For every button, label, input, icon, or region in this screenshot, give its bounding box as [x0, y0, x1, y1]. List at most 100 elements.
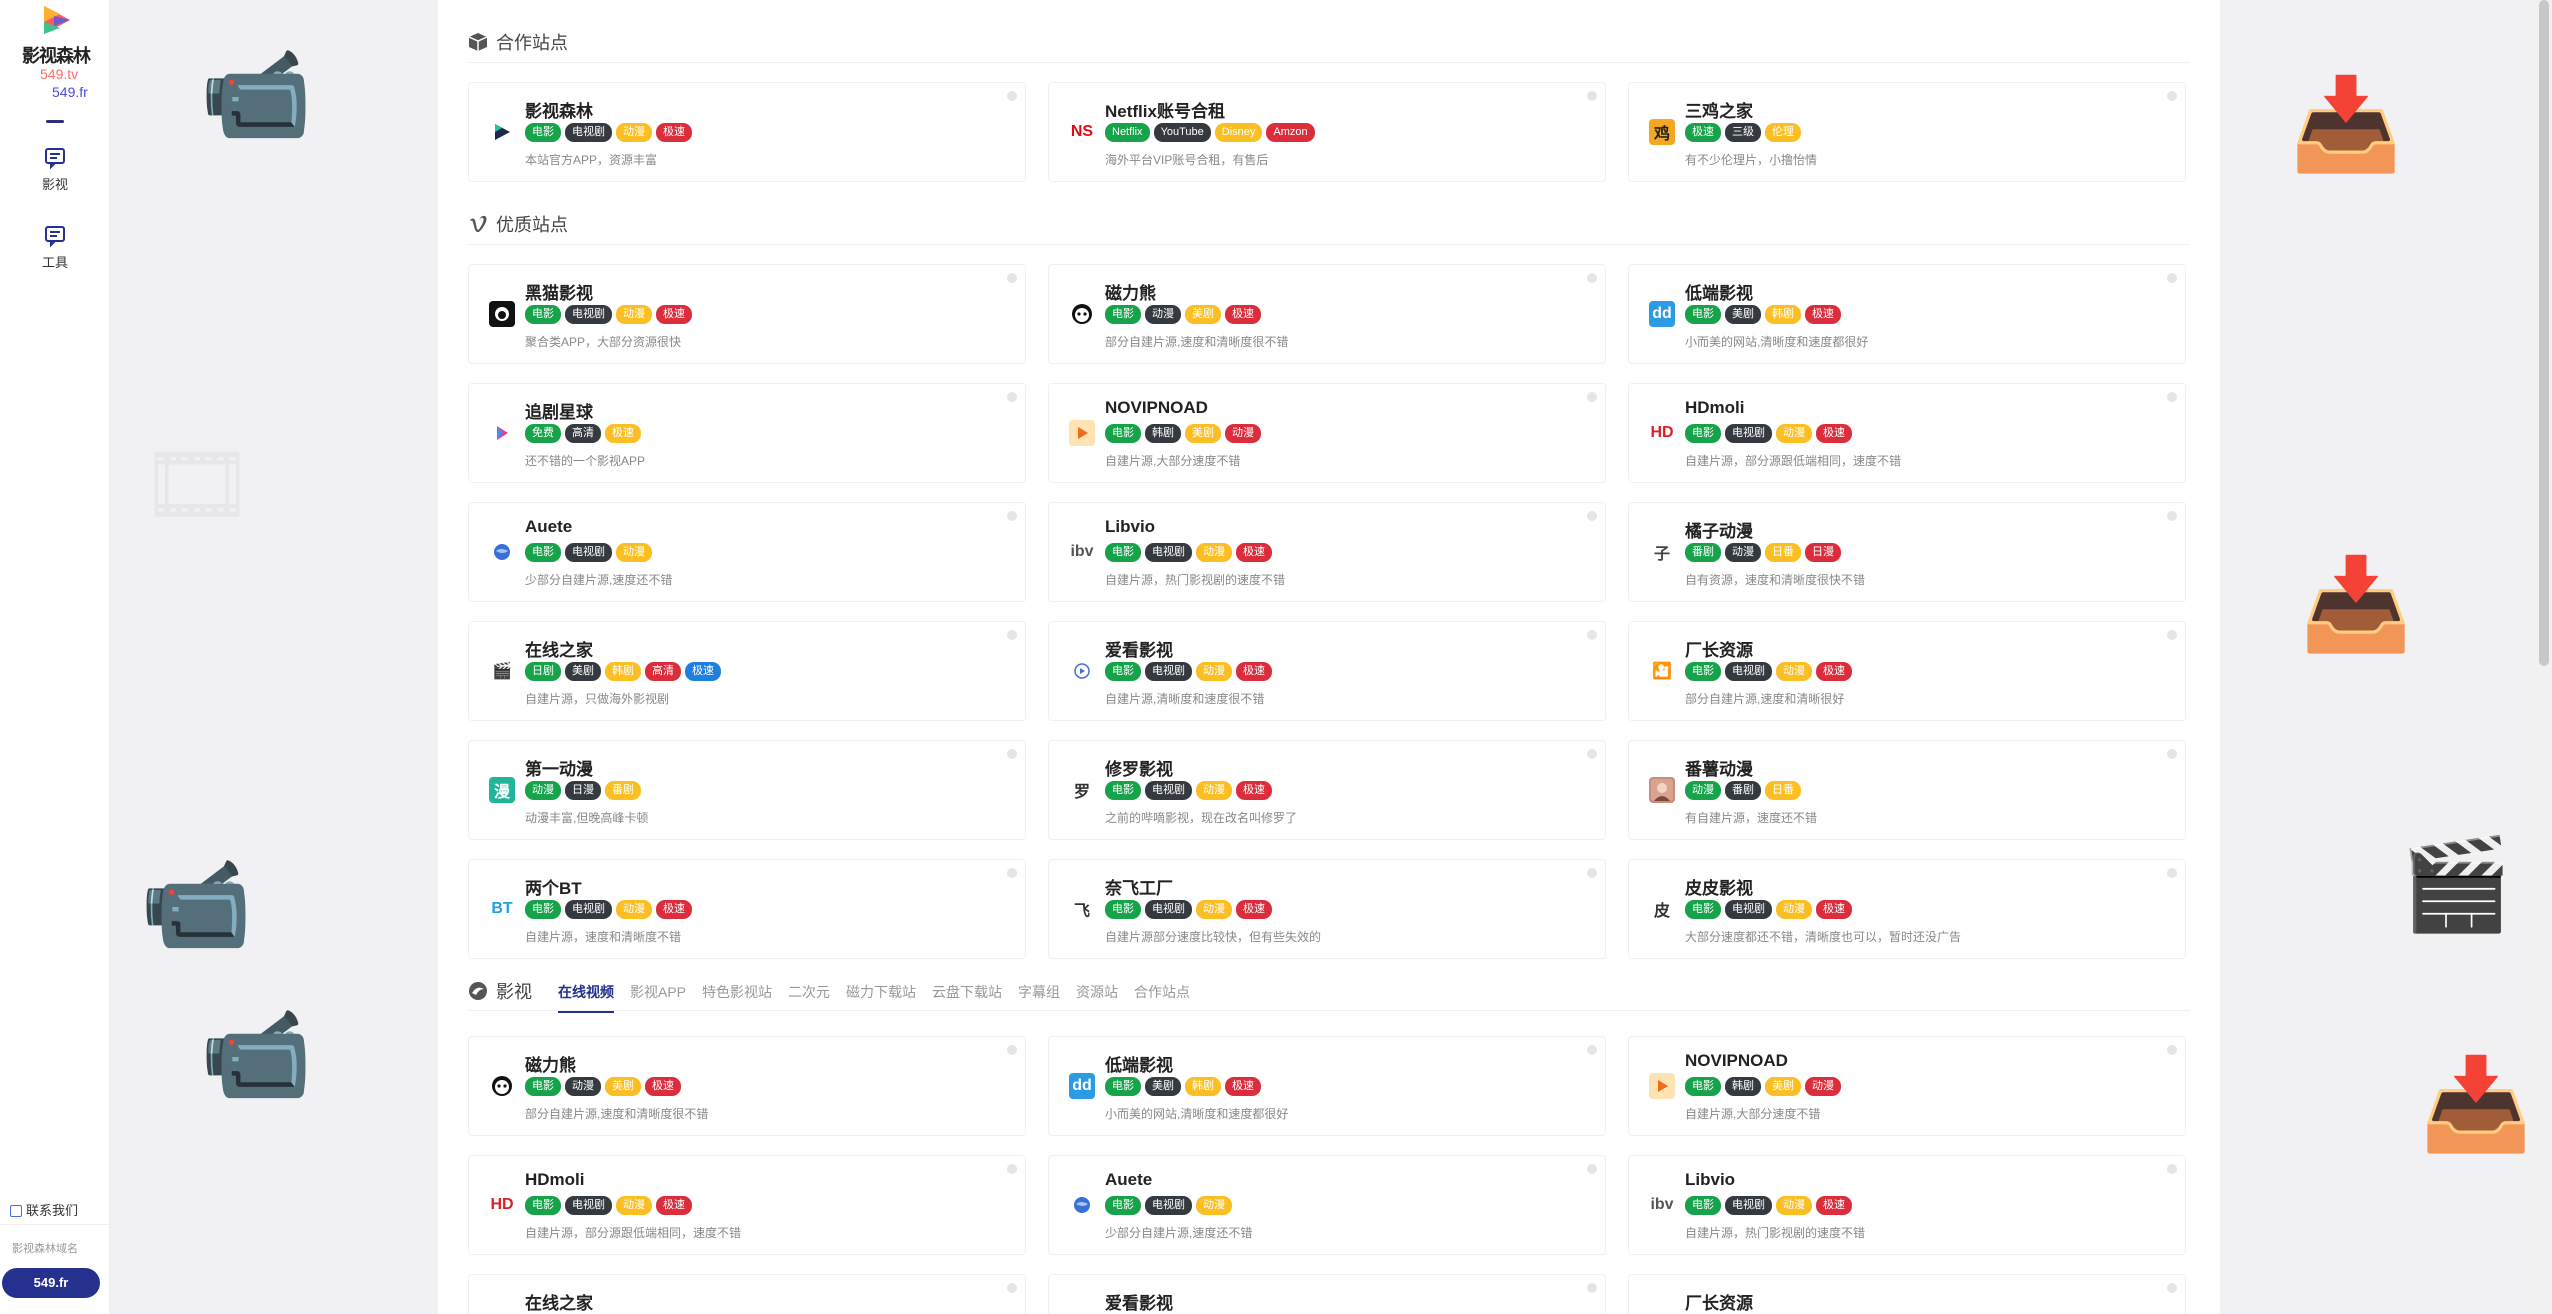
panda-icon [1069, 301, 1095, 327]
tag-badge: 高清 [565, 424, 601, 443]
site-card[interactable]: 漫第一动漫 动漫 日漫 番剧 动漫丰富,但晚高峰卡顿 [468, 740, 1026, 840]
tag-list: 电影 电视剧 动漫 极速 [1685, 1196, 1852, 1215]
tab-0[interactable]: 在线视频 [558, 982, 614, 1013]
contact-us-link[interactable]: 联系我们 [10, 1200, 78, 1219]
tag-badge: YouTube [1153, 123, 1211, 142]
info-dot-icon[interactable] [1007, 868, 1017, 878]
site-card[interactable]: 罗修罗影视 电影 电视剧 动漫 极速 之前的哔嘀影视，现在改名叫修罗了 [1048, 740, 1606, 840]
site-card[interactable]: 黑猫影视 电影 电视剧 动漫 极速 聚合类APP，大部分资源很快 [468, 264, 1026, 364]
site-card[interactable]: 鸡三鸡之家 极速 三级 伦理 有不少伦理片，小撸怡情 [1628, 82, 2186, 182]
site-card[interactable]: 追剧星球 免费 高清 极速 还不错的一个影视APP [468, 383, 1026, 483]
site-name: Auete [525, 517, 573, 536]
info-dot-icon[interactable] [1007, 392, 1017, 402]
info-dot-icon[interactable] [2167, 749, 2177, 759]
info-dot-icon[interactable] [1587, 630, 1597, 640]
site-card[interactable]: HD HDmoli 电影 电视剧 动漫 极速 自建片源，部分源跟低端相同，速度不错 [468, 1155, 1026, 1255]
brand-logo[interactable]: 影视森林 549.tv 549.fr [14, 2, 98, 102]
site-card[interactable]: 🎦 厂长资源 电影 电视剧 动漫 极速 部分自建片源,速度和清晰很好 [1628, 621, 2186, 721]
tab-1[interactable]: 影视APP [630, 982, 686, 1013]
site-card[interactable]: 🎬在线之家 [468, 1274, 1026, 1314]
site-card[interactable]: Auete 电影 电视剧 动漫 少部分自建片源,速度还不错 [468, 502, 1026, 602]
scrollbar-thumb[interactable] [2539, 0, 2549, 666]
site-description: 部分自建片源,速度和清晰度很不错 [525, 1107, 709, 1121]
tab-2[interactable]: 特色影视站 [702, 982, 772, 1013]
tab-3[interactable]: 二次元 [788, 982, 830, 1013]
site-card[interactable]: 磁力熊 电影 动漫 美剧 极速 部分自建片源,速度和清晰度很不错 [1048, 264, 1606, 364]
info-dot-icon[interactable] [1587, 273, 1597, 283]
info-dot-icon[interactable] [1587, 1045, 1597, 1055]
site-card[interactable]: 子橘子动漫 番剧 动漫 日番 日漫 自有资源，速度和清晰度很快不错 [1628, 502, 2186, 602]
tag-badge: Disney [1214, 123, 1263, 142]
info-dot-icon[interactable] [1587, 392, 1597, 402]
info-dot-icon[interactable] [1587, 749, 1597, 759]
site-card[interactable]: HD HDmoli 电影 电视剧 动漫 极速 自建片源，部分源跟低端相同，速度不错 [1628, 383, 2186, 483]
info-dot-icon[interactable] [2167, 1045, 2177, 1055]
info-dot-icon[interactable] [1587, 868, 1597, 878]
site-card[interactable]: 磁力熊 电影 动漫 美剧 极速 部分自建片源,速度和清晰度很不错 [468, 1036, 1026, 1136]
tag-badge: 动漫 [1145, 305, 1181, 324]
sidebar-item-tools[interactable]: 工具 [20, 224, 90, 290]
info-dot-icon[interactable] [1007, 91, 1017, 101]
tab-5[interactable]: 云盘下载站 [932, 982, 1002, 1013]
site-card[interactable]: 飞奈飞工厂 电影 电视剧 动漫 极速 自建片源部分速度比较快，但有些失效的 [1048, 859, 1606, 959]
site-card[interactable]: dd 低端影视 电影 美剧 韩剧 极速 小而美的网站,清晰度和速度都很好 [1628, 264, 2186, 364]
tag-badge: 动漫 [1196, 662, 1232, 681]
tag-badge: 动漫 [525, 781, 561, 800]
info-dot-icon[interactable] [1007, 630, 1017, 640]
tag-badge: 电影 [525, 1077, 561, 1096]
info-dot-icon[interactable] [2167, 392, 2177, 402]
site-card[interactable]: 皮皮皮影视 电影 电视剧 动漫 极速 大部分速度都还不错，清晰度也可以，暂时还没广告 [1628, 859, 2186, 959]
site-name: 磁力熊 [1105, 284, 1156, 303]
info-dot-icon[interactable] [2167, 630, 2177, 640]
site-name: HDmoli [1685, 398, 1745, 417]
site-card[interactable]: 番薯动漫 动漫 番剧 日番 有自建片源，速度还不错 [1628, 740, 2186, 840]
site-card[interactable]: 影视森林 电影 电视剧 动漫 极速 本站官方APP，资源丰富 [468, 82, 1026, 182]
site-card[interactable]: NOVIPNOAD 电影 韩剧 美剧 动漫 自建片源,大部分速度不错 [1628, 1036, 2186, 1136]
info-dot-icon[interactable] [1007, 749, 1017, 759]
site-card[interactable]: Auete 电影 电视剧 动漫 少部分自建片源,速度还不错 [1048, 1155, 1606, 1255]
page-scrollbar[interactable] [2536, 0, 2552, 1314]
tag-badge: 动漫 [1685, 781, 1721, 800]
info-dot-icon[interactable] [2167, 1164, 2177, 1174]
site-name: Auete [1105, 1170, 1153, 1189]
orange-icon: 子 [1649, 539, 1675, 565]
info-dot-icon[interactable] [1587, 511, 1597, 521]
site-card[interactable]: NS Netflix账号合租 Netflix YouTube Disney Amzon 海外… [1048, 82, 1606, 182]
tag-badge: 电影 [1105, 1077, 1141, 1096]
domain-button[interactable]: 549.fr [2, 1268, 100, 1298]
tab-4[interactable]: 磁力下载站 [846, 982, 916, 1013]
info-dot-icon[interactable] [1007, 511, 1017, 521]
info-dot-icon[interactable] [1587, 91, 1597, 101]
circle-play-icon [1069, 658, 1095, 684]
manga-icon: 漫 [489, 777, 515, 803]
info-dot-icon[interactable] [2167, 91, 2177, 101]
site-card[interactable]: BT 两个BT 电影 电视剧 动漫 极速 自建片源，速度和清晰度不错 [468, 859, 1026, 959]
site-card[interactable]: 爱看影视 电影 电视剧 动漫 极速 自建片源,清晰度和速度很不错 [1048, 621, 1606, 721]
info-dot-icon[interactable] [1007, 1045, 1017, 1055]
info-dot-icon[interactable] [2167, 511, 2177, 521]
info-dot-icon[interactable] [2167, 1283, 2177, 1293]
tag-badge: 动漫 [1196, 543, 1232, 562]
info-dot-icon[interactable] [1007, 1164, 1017, 1174]
info-dot-icon[interactable] [1007, 273, 1017, 283]
tag-list: 极速 三级 伦理 [1685, 123, 1801, 142]
info-dot-icon[interactable] [1007, 1283, 1017, 1293]
site-card[interactable]: ibv Libvio 电影 电视剧 动漫 极速 自建片源，热门影视剧的速度不错 [1628, 1155, 2186, 1255]
site-card[interactable]: NOVIPNOAD 电影 韩剧 美剧 动漫 自建片源,大部分速度不错 [1048, 383, 1606, 483]
site-name: NOVIPNOAD [1685, 1051, 1788, 1070]
info-dot-icon[interactable] [1587, 1164, 1597, 1174]
tab-7[interactable]: 资源站 [1076, 982, 1118, 1013]
info-dot-icon[interactable] [1587, 1283, 1597, 1293]
site-card[interactable]: 爱看影视 [1048, 1274, 1606, 1314]
info-dot-icon[interactable] [2167, 273, 2177, 283]
site-card[interactable]: ibv Libvio 电影 电视剧 动漫 极速 自建片源，热门影视剧的速度不错 [1048, 502, 1606, 602]
tab-8[interactable]: 合作站点 [1134, 982, 1190, 1013]
tag-list: 电影 韩剧 美剧 动漫 [1685, 1077, 1841, 1096]
tab-6[interactable]: 字幕组 [1018, 982, 1060, 1013]
site-card[interactable]: dd 低端影视 电影 美剧 韩剧 极速 小而美的网站,清晰度和速度都很好 [1048, 1036, 1606, 1136]
info-dot-icon[interactable] [2167, 868, 2177, 878]
sidebar-item-video[interactable]: 影视 [20, 146, 90, 212]
site-card[interactable]: 🎦厂长资源 [1628, 1274, 2186, 1314]
site-card[interactable]: 🎬 在线之家 日剧 美剧 韩剧 高清 极速 自建片源，只做海外影视剧 [468, 621, 1026, 721]
tag-badge: 电视剧 [1145, 1196, 1192, 1215]
